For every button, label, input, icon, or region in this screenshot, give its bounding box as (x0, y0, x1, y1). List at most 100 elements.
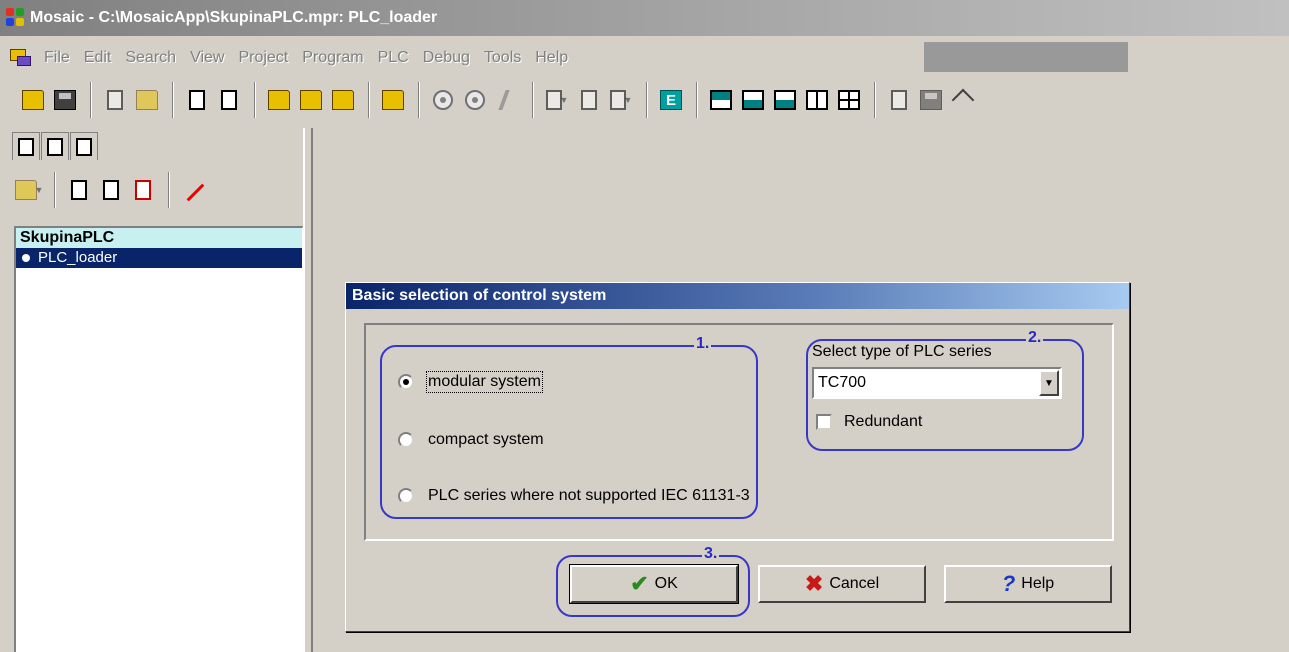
stop-button[interactable] (460, 83, 490, 117)
delete-file-button[interactable] (128, 173, 158, 207)
plc-series-select[interactable]: TC700 ▼ (812, 367, 1062, 399)
save-all-button[interactable] (100, 83, 130, 117)
help-button[interactable]: ? Help (944, 565, 1112, 603)
layout-split-button[interactable] (802, 83, 832, 117)
toolbar-separator (254, 82, 256, 118)
chevron-down-icon[interactable]: ▼ (1039, 370, 1059, 396)
export-folder-button[interactable] (328, 83, 358, 117)
menu-program[interactable]: Program (302, 49, 363, 67)
redundant-checkbox[interactable] (816, 414, 832, 430)
stop-icon (465, 90, 485, 110)
panel-splitter[interactable] (303, 128, 313, 652)
toolbar-separator (532, 82, 534, 118)
run-button[interactable] (428, 83, 458, 117)
main-toolbar: ▼ ▼ E (0, 76, 1289, 124)
layout-grid-button[interactable] (834, 83, 864, 117)
save-button[interactable] (50, 83, 80, 117)
tab-library[interactable] (70, 132, 98, 160)
menu-debug[interactable]: Debug (423, 49, 470, 67)
project-panel-toolbar: ▼ (14, 172, 210, 208)
tree-item-plc-loader[interactable]: PLC_loader (16, 248, 302, 268)
pages-icon (47, 137, 63, 156)
pages-icon (107, 90, 123, 110)
network-button[interactable] (948, 83, 978, 117)
toolbar-separator (368, 82, 370, 118)
plc-series-value: TC700 (818, 374, 867, 391)
menu-view[interactable]: View (190, 49, 224, 67)
menu-help[interactable]: Help (535, 49, 568, 67)
document-system-icon[interactable] (8, 47, 34, 69)
folder-icon (136, 90, 158, 110)
import-folder-button[interactable] (296, 83, 326, 117)
tree-item-label: PLC_loader (38, 249, 118, 266)
debug-button[interactable] (492, 83, 522, 117)
delete-file-icon (135, 180, 151, 200)
dialog-title: Basic selection of control system (346, 283, 1129, 309)
pages-icon (18, 137, 34, 156)
add-file-button[interactable] (64, 173, 94, 207)
toolbar-separator (168, 172, 170, 208)
layout-bottom2-button[interactable] (770, 83, 800, 117)
new-folder-button[interactable] (264, 83, 294, 117)
panel-a-button[interactable] (884, 83, 914, 117)
new-folder-icon (268, 90, 290, 110)
bullet-icon (22, 254, 30, 262)
open-group-button[interactable] (132, 83, 162, 117)
tab-files[interactable] (41, 132, 69, 160)
window-layout-icon (710, 90, 732, 110)
debug-step-button[interactable]: ▼ (542, 83, 572, 117)
radio-button[interactable] (398, 432, 414, 448)
window-layout-icon (838, 90, 860, 110)
toolbar-separator (646, 82, 648, 118)
pages-icon (189, 90, 205, 110)
menu-file[interactable]: File (44, 49, 70, 67)
new-file-button[interactable] (214, 83, 244, 117)
toolbar-separator (418, 82, 420, 118)
radio-button[interactable] (398, 488, 414, 504)
menu-plc[interactable]: PLC (378, 49, 409, 67)
toolbar-separator (90, 82, 92, 118)
panel-icon (891, 90, 907, 110)
new-item-button[interactable]: ▼ (14, 173, 44, 207)
basic-selection-dialog: Basic selection of control system 1. mod… (345, 282, 1130, 632)
new-folder-icon (14, 180, 37, 200)
radio-modular-system[interactable]: modular system (398, 371, 543, 393)
layout-bottom-button[interactable] (738, 83, 768, 117)
window-layout-icon (806, 90, 828, 110)
project-panel: ▼ SkupinaPLC PLC_loader (4, 128, 314, 652)
import-file-icon (103, 180, 119, 200)
radio-non-iec-plc[interactable]: PLC series where not supported IEC 61131… (398, 487, 750, 505)
menu-project[interactable]: Project (238, 49, 288, 67)
callout-1-label: 1. (694, 335, 712, 353)
menu-edit[interactable]: Edit (84, 49, 112, 67)
redundant-checkbox-row[interactable]: Redundant (816, 413, 922, 431)
menu-tools[interactable]: Tools (484, 49, 521, 67)
export-folder-icon (332, 90, 354, 110)
project-tree: SkupinaPLC PLC_loader (14, 226, 304, 652)
radio-button[interactable] (398, 374, 414, 390)
debug-out-button[interactable]: ▼ (606, 83, 636, 117)
window-title: Mosaic - C:\MosaicApp\SkupinaPLC.mpr: PL… (30, 9, 438, 26)
layout-top-button[interactable] (706, 83, 736, 117)
trend-button[interactable] (178, 173, 208, 207)
tree-root[interactable]: SkupinaPLC (16, 228, 302, 248)
chip-icon (581, 90, 597, 110)
radio-compact-system[interactable]: compact system (398, 431, 544, 449)
editor-button[interactable]: E (656, 83, 686, 117)
panel-b-button[interactable] (916, 83, 946, 117)
compile-icon (382, 90, 404, 110)
compile-button[interactable] (378, 83, 408, 117)
ok-button[interactable]: ✔ OK (569, 564, 739, 604)
debug-into-button[interactable] (574, 83, 604, 117)
project-panel-tabs (12, 132, 99, 160)
import-file-button[interactable] (96, 173, 126, 207)
trend-icon (181, 178, 205, 202)
open-project-button[interactable] (18, 83, 48, 117)
callout-3-label: 3. (702, 545, 720, 563)
radio-label: PLC series where not supported IEC 61131… (428, 487, 750, 504)
menu-search[interactable]: Search (125, 49, 176, 67)
cancel-button[interactable]: ✖ Cancel (758, 565, 926, 603)
copy-project-button[interactable] (182, 83, 212, 117)
tab-project[interactable] (12, 132, 40, 160)
help-label: Help (1021, 575, 1055, 592)
